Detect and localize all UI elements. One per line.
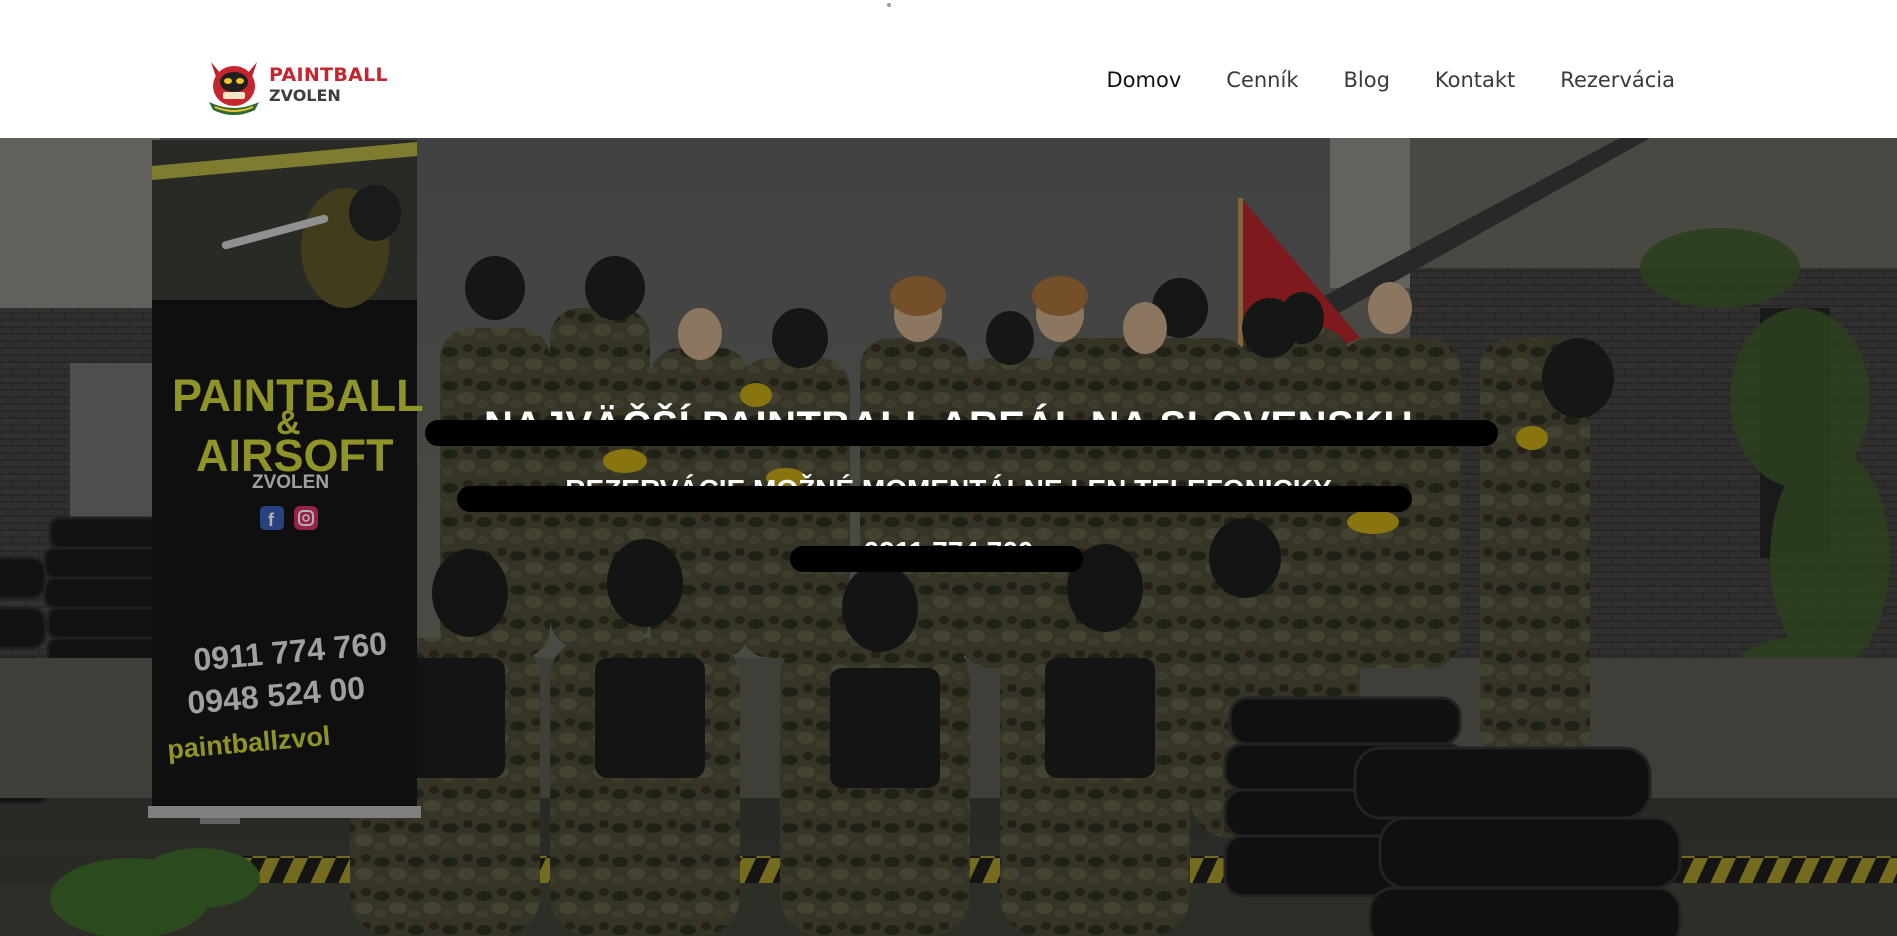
redaction-bar-headline (425, 420, 1498, 446)
nav-item-blog[interactable]: Blog (1343, 70, 1389, 91)
nav-item-domov[interactable]: Domov (1107, 70, 1182, 91)
devil-mascot-icon (209, 62, 259, 115)
site-header: PAINTBALL ZVOLEN Domov Cenník Blog Konta… (0, 0, 1897, 138)
redaction-bar-subline (457, 486, 1412, 512)
main-nav: Domov Cenník Blog Kontakt Rezervácia (1107, 70, 1675, 91)
nav-item-rezervacia[interactable]: Rezervácia (1560, 70, 1675, 91)
nav-item-kontakt[interactable]: Kontakt (1435, 70, 1515, 91)
hero-section: f PAINTBALL & AIRSOFT ZVOLEN 0911 774 76… (0, 138, 1897, 936)
logo-line1: PAINTBALL (269, 64, 388, 86)
redaction-bar-phone (790, 546, 1083, 572)
loading-dot (887, 3, 891, 7)
site-logo[interactable]: PAINTBALL ZVOLEN (203, 52, 388, 118)
logo-text: PAINTBALL ZVOLEN (269, 66, 388, 104)
nav-item-cennik[interactable]: Cenník (1226, 70, 1298, 91)
logo-line2: ZVOLEN (269, 86, 341, 105)
